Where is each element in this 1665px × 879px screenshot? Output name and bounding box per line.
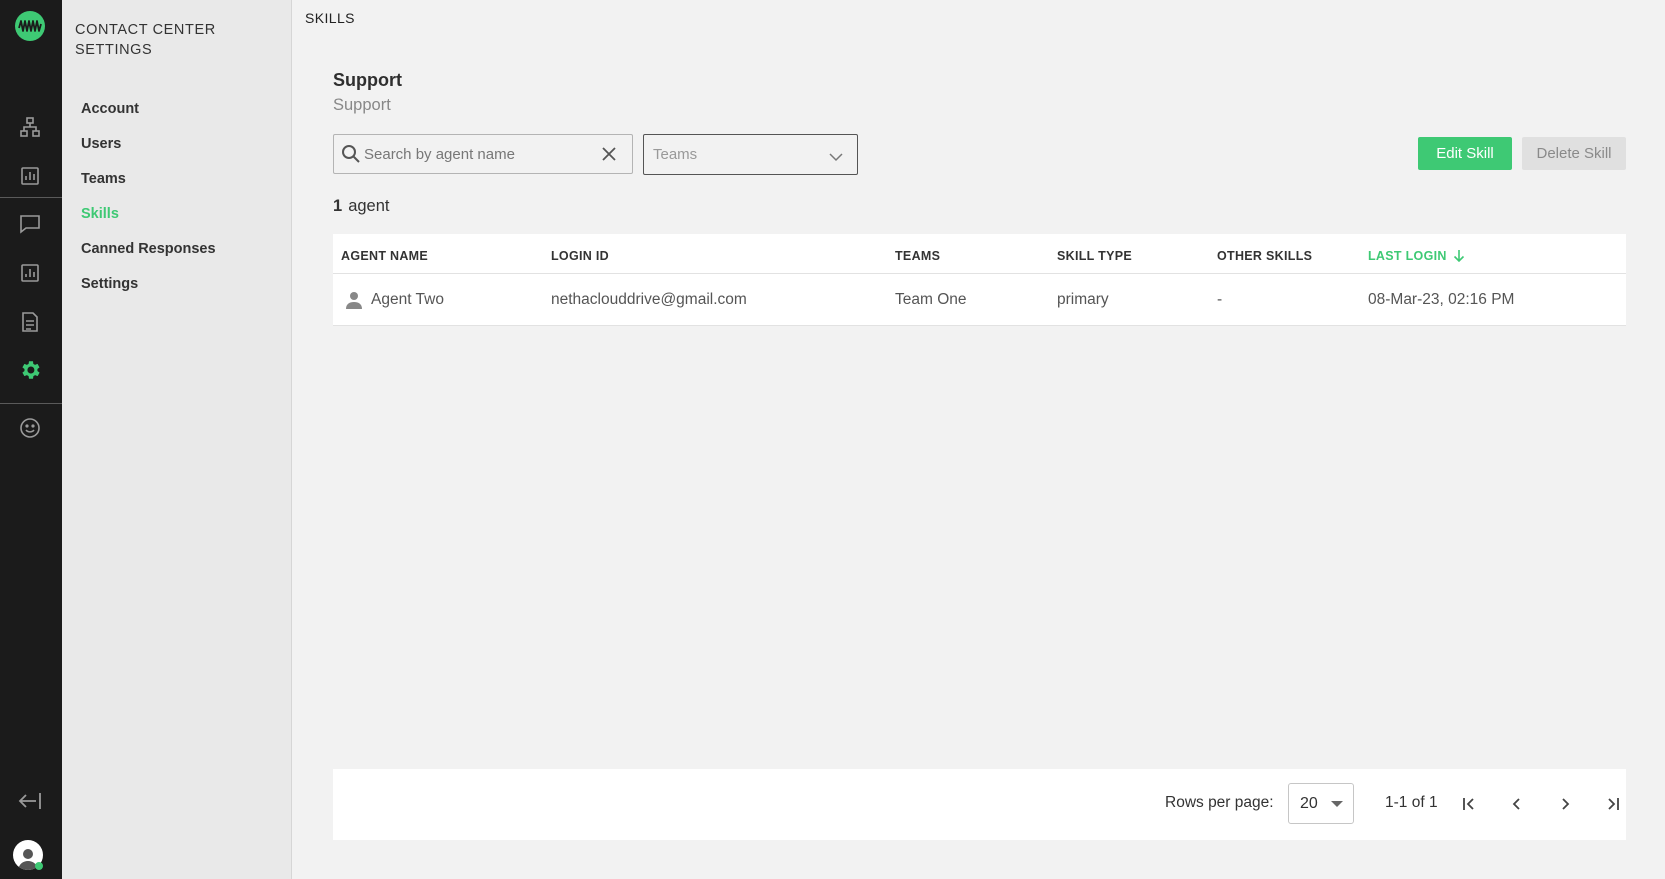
edit-skill-button[interactable]: Edit Skill (1418, 137, 1512, 170)
teams-dropdown[interactable]: Teams (643, 134, 858, 175)
agent-search[interactable] (333, 134, 633, 174)
teams-dropdown-placeholder: Teams (653, 146, 698, 163)
chat-icon[interactable] (18, 212, 42, 236)
table-header: AGENT NAME LOGIN ID TEAMS SKILL TYPE OTH… (333, 234, 1626, 274)
rows-per-page-label: Rows per page: (1165, 794, 1274, 811)
smiley-icon[interactable] (18, 416, 42, 440)
next-page-icon[interactable] (1553, 792, 1577, 816)
delete-skill-button[interactable]: Delete Skill (1522, 137, 1626, 170)
logout-icon[interactable] (18, 789, 42, 813)
logo-icon[interactable] (15, 11, 45, 41)
cell-other-skills: - (1217, 291, 1223, 308)
search-input[interactable] (364, 143, 594, 165)
first-page-icon[interactable] (1457, 792, 1481, 816)
page-title: Support (333, 70, 402, 90)
column-last-login[interactable]: LAST LOGIN (1368, 249, 1465, 265)
column-last-login-label: LAST LOGIN (1368, 249, 1447, 263)
org-chart-icon[interactable] (18, 115, 42, 139)
sidebar-item-canned-responses[interactable]: Canned Responses (81, 241, 216, 257)
rail-divider (0, 197, 62, 198)
sidebar-item-account[interactable]: Account (81, 101, 139, 117)
cell-login-id: nethaclouddrive@gmail.com (551, 291, 747, 308)
analytics-icon[interactable] (18, 164, 42, 188)
rail-divider (0, 403, 62, 404)
person-icon (346, 291, 362, 314)
column-login-id[interactable]: LOGIN ID (551, 249, 609, 263)
agent-count: 1 agent (333, 197, 389, 216)
skill-description: Support (333, 96, 391, 114)
online-status-indicator (35, 862, 43, 870)
column-teams[interactable]: TEAMS (895, 249, 940, 263)
sidebar-item-skills[interactable]: Skills (81, 206, 119, 222)
column-agent-name[interactable]: AGENT NAME (341, 249, 428, 263)
chevron-down-icon (829, 149, 843, 167)
pagination-bar: Rows per page: 20 1-1 of 1 (333, 769, 1626, 840)
rows-per-page-select[interactable]: 20 (1288, 783, 1354, 824)
sidebar-item-settings[interactable]: Settings (81, 276, 138, 292)
agent-count-number: 1 (333, 197, 343, 215)
page-range: 1-1 of 1 (1385, 794, 1438, 811)
sidebar-item-users[interactable]: Users (81, 136, 121, 152)
caret-down-icon (1331, 801, 1343, 807)
cell-teams: Team One (895, 291, 967, 308)
agents-table: AGENT NAME LOGIN ID TEAMS SKILL TYPE OTH… (333, 234, 1626, 326)
cell-skill-type: primary (1057, 291, 1109, 308)
document-icon[interactable] (18, 310, 42, 334)
sort-descending-icon (1453, 249, 1465, 265)
last-page-icon[interactable] (1601, 792, 1625, 816)
agent-count-label: agent (348, 197, 390, 215)
clear-search-icon[interactable] (600, 145, 618, 168)
column-skill-type[interactable]: SKILL TYPE (1057, 249, 1132, 263)
nav-rail (0, 0, 62, 879)
sidebar-item-teams[interactable]: Teams (81, 171, 126, 187)
rows-per-page-value: 20 (1300, 795, 1318, 812)
cell-last-login: 08-Mar-23, 02:16 PM (1368, 291, 1515, 308)
cell-agent-name: Agent Two (371, 291, 444, 308)
column-other-skills[interactable]: OTHER SKILLS (1217, 249, 1312, 263)
breadcrumb: SKILLS (305, 10, 355, 26)
settings-icon[interactable] (18, 358, 42, 382)
previous-page-icon[interactable] (1505, 792, 1529, 816)
settings-sidebar: CONTACT CENTER SETTINGS Account Users Te… (62, 0, 292, 879)
sidebar-title: CONTACT CENTER SETTINGS (75, 22, 216, 58)
reports-icon[interactable] (18, 261, 42, 285)
search-icon (341, 144, 361, 169)
table-row[interactable]: Agent Two nethaclouddrive@gmail.com Team… (333, 274, 1626, 326)
